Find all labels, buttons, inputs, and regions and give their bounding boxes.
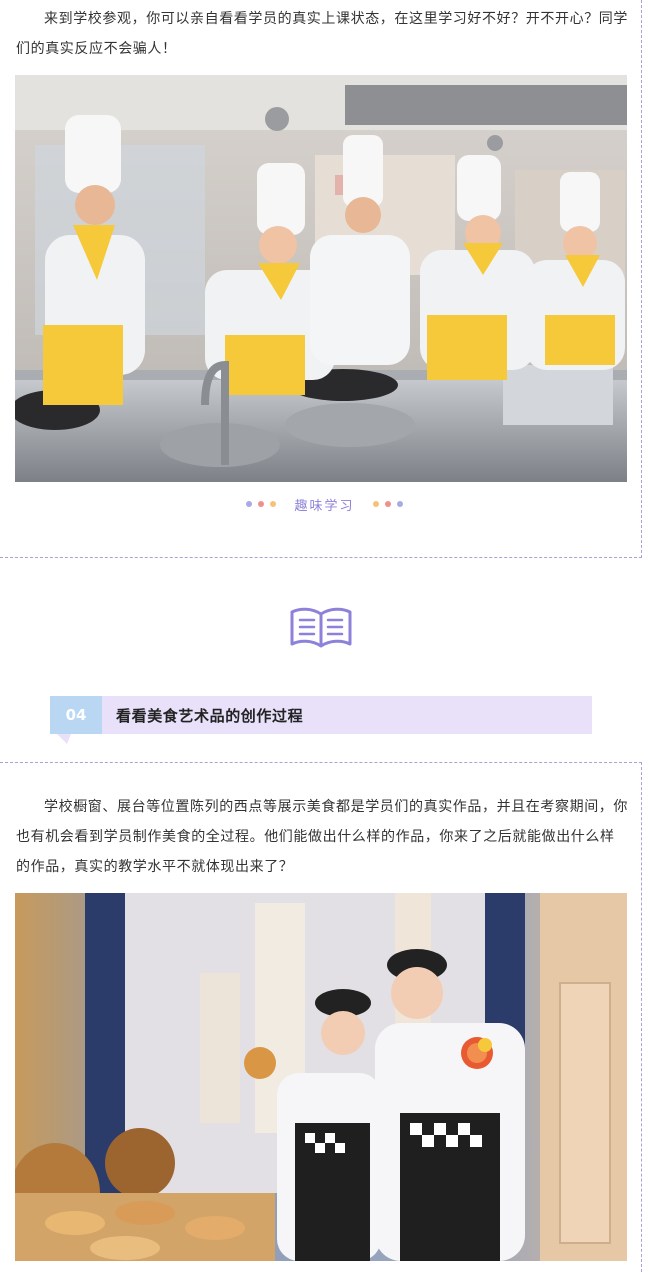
section-heading: 04 看看美食艺术品的创作过程 (50, 696, 592, 744)
caption-text: 趣味学习 (294, 498, 355, 514)
kitchen-class-photo (15, 75, 627, 482)
intro-paragraph: 来到学校参观，你可以亲自看看学员的真实上课状态，在这里学习好不好？开不开心？同学… (16, 11, 628, 57)
section-2-paragraph: 学校橱窗、展台等位置陈列的西点等展示美食都是学员们的真实作品，并且在考察期间，你… (16, 799, 628, 875)
caption-dot (246, 501, 253, 507)
bakery-display-photo (15, 893, 627, 1261)
section-number-badge: 04 (50, 696, 102, 734)
photo-caption: 趣味学习 (0, 493, 649, 515)
section-title: 看看美食艺术品的创作过程 (102, 696, 592, 734)
caption-dot (270, 501, 277, 507)
caption-dot (258, 501, 265, 507)
open-book-icon (290, 607, 352, 648)
caption-dot (372, 501, 379, 507)
caption-dot (396, 501, 403, 507)
tag-tail-decoration (57, 734, 71, 744)
caption-dot (384, 501, 391, 507)
